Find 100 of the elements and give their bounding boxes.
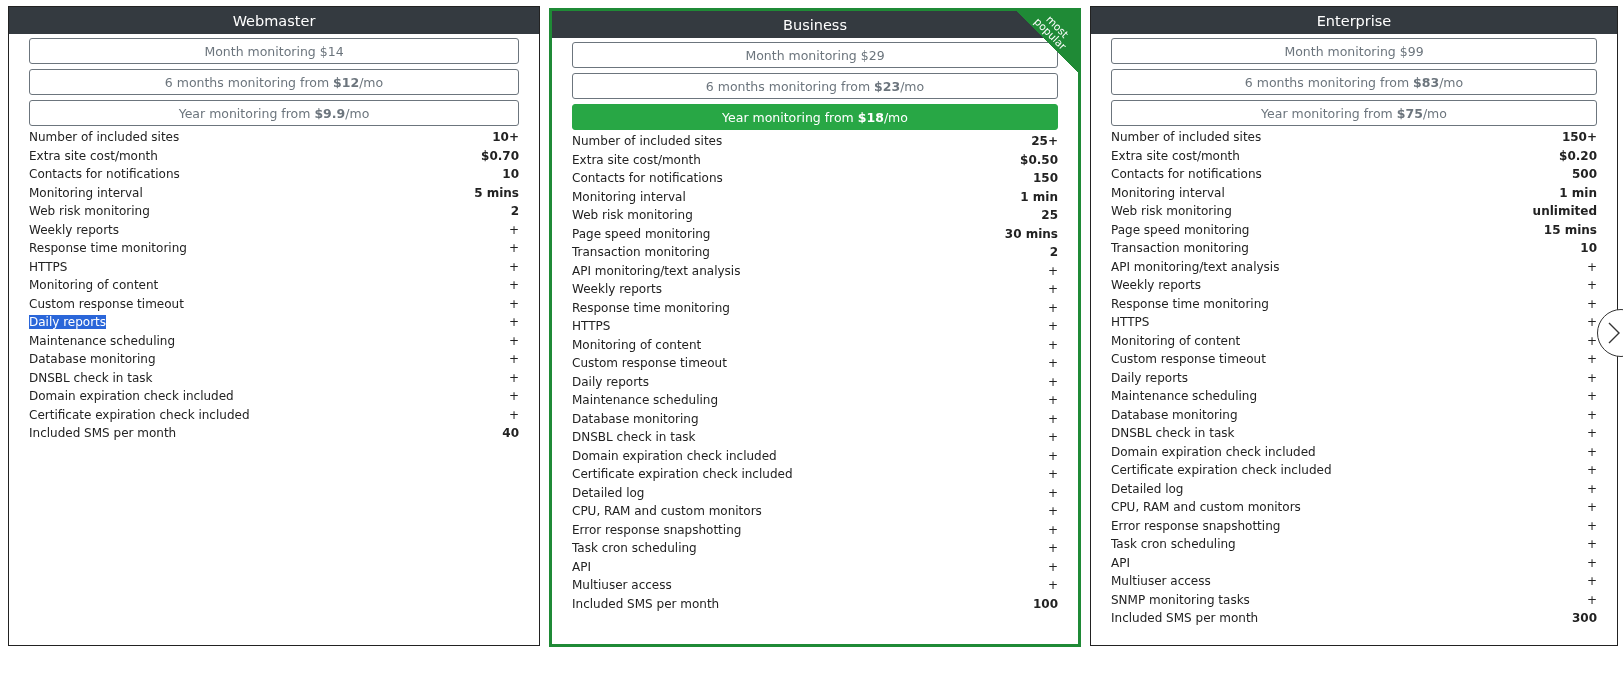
feature-label: Custom response timeout	[1111, 352, 1266, 367]
feature-included-mark: +	[1047, 319, 1058, 334]
feature-label: CPU, RAM and custom monitors	[1111, 500, 1301, 515]
feature-included-mark: +	[1047, 485, 1058, 500]
feature-included-mark: +	[1586, 481, 1597, 496]
feature-included-mark: +	[1586, 370, 1597, 385]
feature-label: DNSBL check in task	[1111, 426, 1235, 441]
feature-value: 5 mins	[474, 185, 519, 200]
feature-included-mark: +	[1047, 430, 1058, 445]
feature-included-mark: +	[1586, 555, 1597, 570]
feature-label: Maintenance scheduling	[572, 393, 719, 408]
feature-label: Monitoring interval	[29, 185, 143, 200]
feature-value: 15 mins	[1543, 222, 1597, 237]
feature-label: Contacts for notifications	[29, 167, 180, 182]
feature-included-mark: +	[1047, 411, 1058, 426]
feature-value: 100	[1032, 596, 1058, 611]
feature-label: Multiuser access	[572, 578, 672, 593]
feature-label: HTTPS	[1111, 315, 1150, 330]
feature-included-mark: +	[1047, 541, 1058, 556]
feature-value: 1 min	[1020, 189, 1058, 204]
feature-included-mark: +	[508, 259, 519, 274]
billing-option-button[interactable]: Month monitoring $14	[29, 38, 519, 64]
feature-value: 30 mins	[1004, 226, 1058, 241]
feature-label: Included SMS per month	[29, 426, 177, 441]
feature-label: Detailed log	[572, 485, 645, 500]
billing-option-button[interactable]: Year monitoring from $18/mo	[572, 104, 1058, 130]
feature-value: 300	[1571, 611, 1597, 626]
chevron-right-icon	[1608, 322, 1620, 344]
feature-included-mark: +	[1047, 448, 1058, 463]
feature-value: $0.20	[1559, 148, 1597, 163]
feature-label: Contacts for notifications	[572, 171, 723, 186]
feature-included-mark: +	[1047, 337, 1058, 352]
feature-value: 25	[1041, 208, 1058, 223]
feature-label: Included SMS per month	[572, 596, 720, 611]
billing-option-button[interactable]: 6 months monitoring from $12/mo	[29, 69, 519, 95]
feature-label: Response time monitoring	[1111, 296, 1269, 311]
feature-label: Error response snapshotting	[1111, 518, 1281, 533]
feature-label: Task cron scheduling	[1111, 537, 1236, 552]
feature-included-mark: +	[1586, 352, 1597, 367]
billing-option-button[interactable]: Year monitoring from $75/mo	[1111, 100, 1597, 126]
billing-option-button[interactable]: Month monitoring $99	[1111, 38, 1597, 64]
feature-label: Transaction monitoring	[1111, 241, 1249, 256]
feature-included-mark: +	[508, 352, 519, 367]
feature-label: Page speed monitoring	[572, 226, 711, 241]
feature-label: Extra site cost/month	[1111, 148, 1240, 163]
feature-included-mark: +	[1047, 263, 1058, 278]
feature-label: Custom response timeout	[29, 296, 184, 311]
feature-value: 2	[1049, 245, 1058, 260]
feature-included-mark: +	[508, 278, 519, 293]
feature-label: Maintenance scheduling	[29, 333, 176, 348]
billing-option-button[interactable]: 6 months monitoring from $23/mo	[572, 73, 1058, 99]
feature-included-mark: +	[1586, 389, 1597, 404]
feature-value: 40	[502, 426, 519, 441]
feature-value: 500	[1571, 167, 1597, 182]
feature-included-mark: +	[1047, 578, 1058, 593]
billing-option-button[interactable]: 6 months monitoring from $83/mo	[1111, 69, 1597, 95]
feature-value: 150	[1032, 171, 1058, 186]
feature-included-mark: +	[508, 389, 519, 404]
feature-label: Extra site cost/month	[29, 148, 158, 163]
feature-label: Page speed monitoring	[1111, 222, 1250, 237]
feature-label: Weekly reports	[29, 222, 120, 237]
feature-included-mark: +	[1047, 300, 1058, 315]
feature-label: Extra site cost/month	[572, 152, 701, 167]
feature-included-mark: +	[508, 407, 519, 422]
feature-label: Custom response timeout	[572, 356, 727, 371]
feature-included-mark: +	[1586, 463, 1597, 478]
feature-value: 10+	[492, 130, 519, 145]
plan-title: Enterprise	[1091, 7, 1617, 34]
feature-value: 10	[1580, 241, 1597, 256]
feature-label: Domain expiration check included	[572, 448, 777, 463]
feature-value: $0.50	[1020, 152, 1058, 167]
feature-label: Daily reports	[572, 374, 650, 389]
feature-value: 25+	[1031, 134, 1058, 149]
plan-title: Webmaster	[9, 7, 539, 34]
feature-label: Daily reports	[29, 315, 107, 330]
feature-value: 10	[502, 167, 519, 182]
feature-included-mark: +	[508, 315, 519, 330]
feature-label: Certificate expiration check included	[1111, 463, 1332, 478]
feature-label: Weekly reports	[572, 282, 663, 297]
feature-label: Number of included sites	[1111, 130, 1262, 145]
feature-value: unlimited	[1532, 204, 1597, 219]
feature-label: DNSBL check in task	[29, 370, 153, 385]
feature-label: Weekly reports	[1111, 278, 1202, 293]
feature-label: Monitoring of content	[1111, 333, 1241, 348]
feature-label: Contacts for notifications	[1111, 167, 1262, 182]
feature-included-mark: +	[1047, 467, 1058, 482]
feature-label: Number of included sites	[29, 130, 180, 145]
feature-label: Detailed log	[1111, 481, 1184, 496]
feature-included-mark: +	[1047, 374, 1058, 389]
feature-label: Certificate expiration check included	[572, 467, 793, 482]
feature-label: API monitoring/text analysis	[1111, 259, 1280, 274]
feature-label: Monitoring interval	[1111, 185, 1225, 200]
feature-label: Daily reports	[1111, 370, 1189, 385]
billing-option-button[interactable]: Year monitoring from $9.9/mo	[29, 100, 519, 126]
feature-label: Domain expiration check included	[1111, 444, 1316, 459]
feature-label: Certificate expiration check included	[29, 407, 250, 422]
feature-label: Monitoring of content	[29, 278, 159, 293]
feature-included-mark: +	[1586, 500, 1597, 515]
feature-included-mark: +	[1047, 504, 1058, 519]
feature-label: Web risk monitoring	[1111, 204, 1232, 219]
